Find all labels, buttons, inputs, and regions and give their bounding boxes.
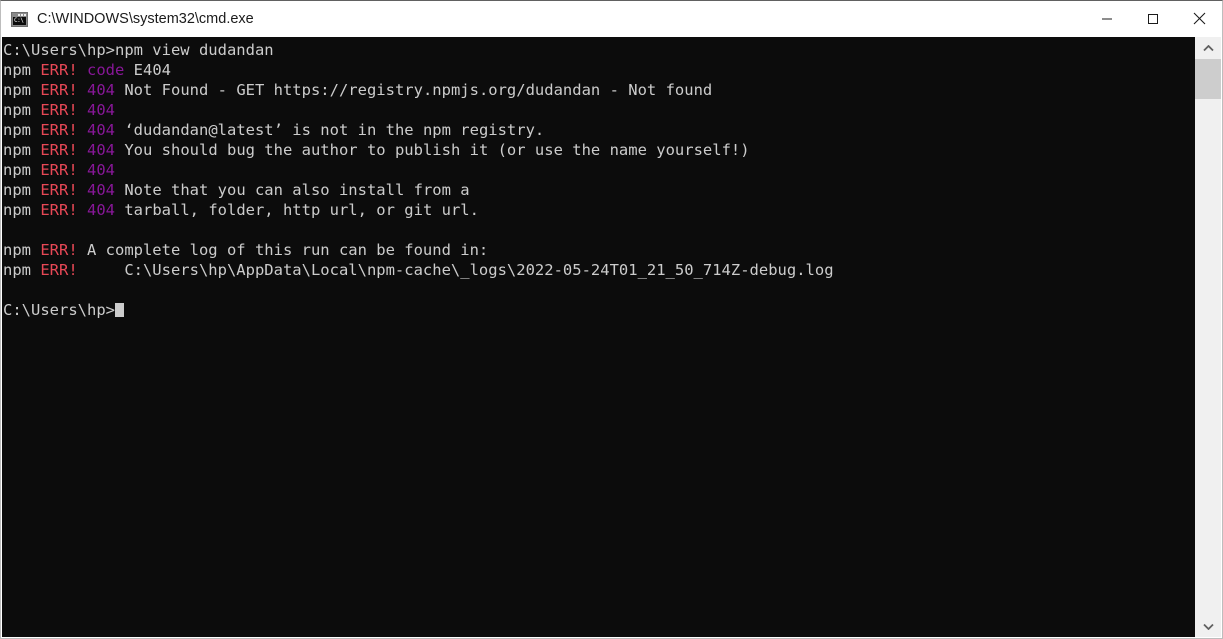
npm-prefix: npm [3,241,41,259]
npm-error-tag: ERR! [40,141,78,159]
npm-error-code: code [87,61,125,79]
terminal-line: npm ERR! 404 Note that you can also inst… [2,180,1194,200]
terminal-lines: C:\Users\hp>npm view dudandan npm ERR! co… [2,40,1194,320]
terminal-line: npm ERR! 404 Not Found - GET https://reg… [2,80,1194,100]
npm-error-code: 404 [87,81,115,99]
npm-error-code: 404 [87,201,115,219]
console-area: C:\Users\hp>npm view dudandan npm ERR! co… [2,37,1221,637]
npm-prefix: npm [3,201,41,219]
npm-error-code: 404 [87,181,115,199]
npm-error-code: 404 [87,101,115,119]
close-button[interactable] [1176,1,1222,36]
npm-error-message: tarball, folder, http url, or git url. [115,201,479,219]
cmd-window: C:\ C:\WINDOWS\system32\cmd.exe C:\Users… [0,0,1223,639]
terminal-line: npm ERR! 404 [2,160,1194,180]
terminal-line: npm ERR! 404 [2,100,1194,120]
npm-prefix: npm [3,261,41,279]
shell-prompt: C:\Users\hp> [3,301,115,319]
terminal-output[interactable]: C:\Users\hp>npm view dudandan npm ERR! co… [2,37,1194,637]
npm-prefix: npm [3,61,41,79]
terminal-line: npm ERR! 404 ‘dudandan@latest’ is not in… [2,120,1194,140]
close-icon [1193,12,1205,25]
cmd-console-icon: C:\ [11,11,28,27]
npm-error-code: 404 [87,161,115,179]
npm-prefix: npm [3,141,41,159]
text-cursor [114,303,124,317]
terminal-line: npm ERR! 404 You should bug the author t… [2,140,1194,160]
terminal-line: C:\Users\hp>npm view dudandan [2,40,1194,60]
npm-prefix: npm [3,81,41,99]
npm-error-message: Note that you can also install from a [115,181,470,199]
npm-error-tag: ERR! [40,121,78,139]
terminal-line: npm ERR! code E404 [2,60,1194,80]
npm-error-message: C:\Users\hp\AppData\Local\npm-cache\_log… [77,261,834,279]
terminal-line: npm ERR! C:\Users\hp\AppData\Local\npm-c… [2,260,1194,280]
npm-prefix: npm [3,181,41,199]
maximize-icon [1148,13,1158,24]
scroll-up-icon [1202,44,1214,51]
npm-error-tag: ERR! [40,161,78,179]
npm-error-tag: ERR! [40,101,78,119]
minimize-icon [1102,18,1112,19]
npm-error-tag: ERR! [40,181,78,199]
scroll-up-button[interactable] [1195,37,1221,59]
npm-error-message: Not Found - GET https://registry.npmjs.o… [115,81,713,99]
scrollbar-track[interactable] [1195,59,1221,615]
npm-error-code: 404 [87,141,115,159]
npm-error-tag: ERR! [40,241,78,259]
npm-error-code: 404 [87,121,115,139]
title-bar[interactable]: C:\ C:\WINDOWS\system32\cmd.exe [1,1,1222,37]
npm-error-tag: ERR! [40,201,78,219]
npm-error-tag: ERR! [40,261,78,279]
shell-command: npm view dudandan [114,41,274,59]
npm-prefix: npm [3,161,41,179]
terminal-line: C:\Users\hp> [2,300,1194,320]
npm-prefix: npm [3,121,41,139]
npm-error-message: A complete log of this run can be found … [77,241,489,259]
scroll-down-button[interactable] [1195,615,1221,637]
minimize-button[interactable] [1084,1,1130,36]
npm-error-message: E404 [124,61,171,79]
npm-error-tag: ERR! [40,61,78,79]
npm-error-message: ‘dudandan@latest’ is not in the npm regi… [115,121,545,139]
npm-prefix: npm [3,101,41,119]
window-controls [1084,1,1222,36]
scroll-down-icon [1202,623,1214,630]
terminal-line: npm ERR! A complete log of this run can … [2,240,1194,260]
maximize-button[interactable] [1130,1,1176,36]
terminal-line: npm ERR! 404 tarball, folder, http url, … [2,200,1194,220]
npm-error-tag: ERR! [40,81,78,99]
shell-prompt: C:\Users\hp> [3,41,115,59]
vertical-scrollbar[interactable] [1194,37,1221,637]
scrollbar-thumb[interactable] [1195,59,1221,99]
npm-error-message: You should bug the author to publish it … [115,141,750,159]
window-title: C:\WINDOWS\system32\cmd.exe [37,11,254,27]
